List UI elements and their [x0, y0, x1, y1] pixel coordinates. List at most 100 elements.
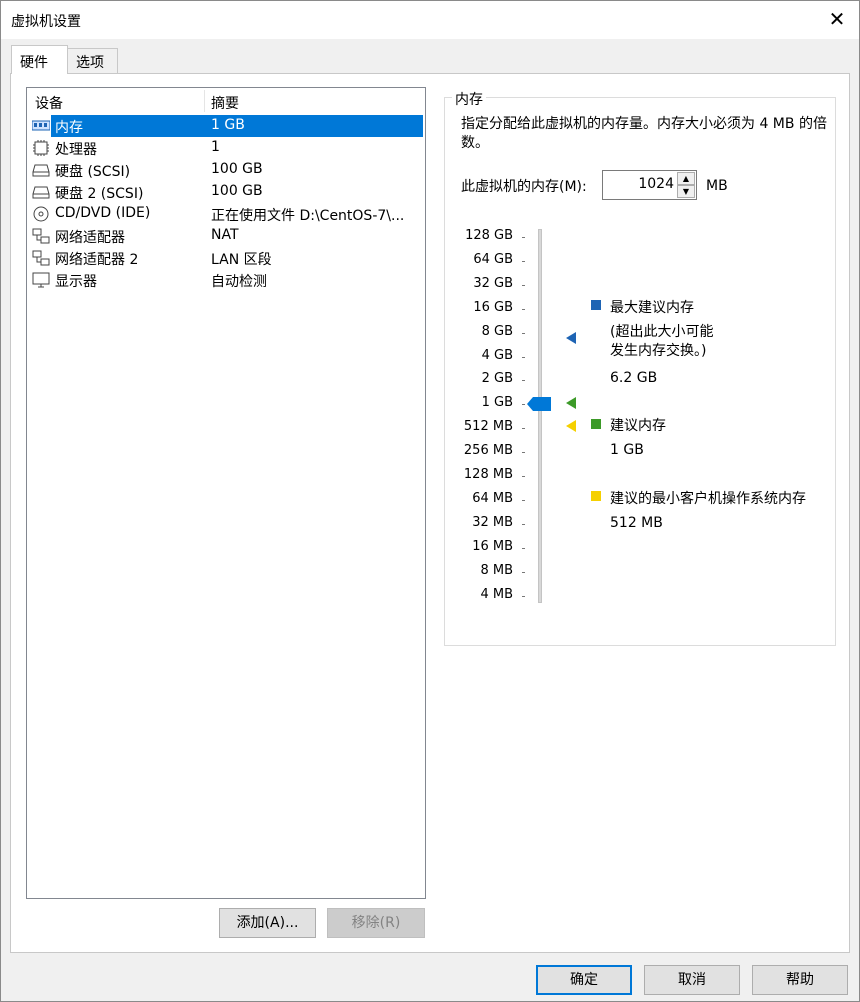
scale-label: 64 GB: [473, 251, 513, 267]
scale-label: 2 GB: [481, 371, 513, 387]
max-legend-label: 最大建议内存: [610, 300, 694, 316]
network-adapter-icon: [32, 228, 50, 244]
scale-tick: [522, 571, 525, 573]
column-summary[interactable]: 摘要: [211, 93, 239, 113]
add-device-button[interactable]: 添加(A)...: [219, 908, 316, 938]
scale-tick: [522, 404, 525, 406]
cd-dvd-icon: [33, 206, 49, 222]
memory-spinbox[interactable]: 1024 ▲ ▼: [602, 170, 697, 200]
column-separator: [204, 90, 205, 112]
device-name: 网络适配器 2: [55, 252, 139, 268]
memory-description: 指定分配给此虚拟机的内存量。内存大小必须为 4 MB 的倍数。: [461, 116, 827, 151]
memory-slider-track[interactable]: [538, 229, 542, 603]
tab-hardware-label: 硬件: [20, 55, 48, 71]
memory-slider-thumb[interactable]: [527, 397, 551, 412]
device-row-memory[interactable]: 内存 1 GB: [27, 115, 425, 137]
device-summary: 1: [211, 139, 220, 155]
device-list[interactable]: 设备 摘要 内存 1 GB 处理器 1 硬盘 (SCSI) 100 GB 硬盘 …: [26, 87, 426, 899]
device-summary: LAN 区段: [211, 252, 272, 268]
scale-tick: [522, 260, 525, 262]
scale-label: 32 MB: [472, 514, 513, 530]
scale-tick: [522, 452, 525, 454]
scale-label: 64 MB: [472, 490, 513, 506]
scale-tick: [522, 380, 525, 382]
scale-tick: [522, 428, 525, 430]
scale-tick: [522, 547, 525, 549]
device-row-network-adapter[interactable]: 网络适配器 NAT: [27, 225, 425, 247]
help-button[interactable]: 帮助: [752, 965, 848, 995]
device-row-processor[interactable]: 处理器 1: [27, 137, 425, 159]
scale-tick: [522, 499, 525, 501]
hard-disk-icon: [32, 186, 50, 199]
scale-label: 128 GB: [465, 228, 513, 243]
device-row-cd-dvd[interactable]: CD/DVD (IDE) 正在使用文件 D:\CentOS-7\...: [27, 203, 425, 225]
device-name: 网络适配器: [55, 230, 125, 246]
max-recommended-marker: [566, 332, 576, 344]
device-list-header: 设备 摘要: [27, 88, 425, 114]
memory-group-title: 内存: [452, 89, 486, 109]
scale-tick: [522, 332, 525, 334]
scale-label: 4 MB: [480, 586, 513, 602]
scale-tick: [522, 476, 525, 477]
column-device[interactable]: 设备: [35, 93, 63, 113]
scale-label: 256 MB: [463, 443, 513, 459]
scale-label: 16 GB: [473, 299, 513, 315]
tab-options-label: 选项: [76, 55, 104, 71]
network-adapter-icon: [32, 250, 50, 266]
recommended-legend-label: 建议内存: [610, 418, 666, 434]
min-legend-label: 建议的最小客户机操作系统内存: [610, 491, 806, 507]
spin-down-icon[interactable]: ▼: [677, 185, 695, 198]
min-recommended-marker: [566, 420, 576, 432]
cancel-button[interactable]: 取消: [644, 965, 740, 995]
display-icon: [32, 272, 50, 288]
scale-tick: [522, 595, 525, 597]
scale-tick: [522, 284, 525, 286]
device-summary: 100 GB: [211, 183, 263, 199]
scale-label: 512 MB: [463, 419, 513, 435]
scale-label: 8 MB: [480, 562, 513, 578]
device-name: 内存: [55, 120, 83, 136]
device-name: CD/DVD (IDE): [55, 205, 151, 221]
device-row-hard-disk[interactable]: 硬盘 (SCSI) 100 GB: [27, 159, 425, 181]
scale-tick: [522, 523, 525, 525]
device-name: 显示器: [55, 274, 97, 290]
scale-label: 32 GB: [473, 275, 513, 291]
memory-unit: MB: [706, 178, 728, 194]
memory-icon: [32, 120, 50, 131]
min-legend-square: [591, 491, 601, 501]
max-legend-square: [591, 300, 601, 310]
device-name: 处理器: [55, 142, 97, 158]
device-summary: 正在使用文件 D:\CentOS-7\...: [211, 208, 405, 224]
spin-up-icon[interactable]: ▲: [677, 172, 695, 185]
title-bar: 虚拟机设置 ✕: [1, 1, 859, 39]
window-title: 虚拟机设置: [11, 14, 81, 30]
scale-label: 128 MB: [463, 467, 513, 482]
device-summary: 1 GB: [211, 117, 245, 133]
recommended-marker: [566, 397, 576, 409]
scale-label: 4 GB: [481, 347, 513, 363]
min-legend-value: 512 MB: [610, 515, 663, 531]
hard-disk-icon: [32, 164, 50, 177]
close-icon[interactable]: ✕: [825, 7, 849, 31]
ok-button[interactable]: 确定: [536, 965, 632, 995]
tab-options[interactable]: 选项: [67, 48, 118, 73]
recommended-legend-square: [591, 419, 601, 429]
device-name: 硬盘 (SCSI): [55, 164, 131, 180]
device-summary: 100 GB: [211, 161, 263, 177]
device-name: 硬盘 2 (SCSI): [55, 186, 144, 202]
scale-tick: [522, 308, 525, 310]
device-summary: 自动检测: [211, 274, 267, 290]
scale-label: 1 GB: [481, 395, 513, 411]
memory-value[interactable]: 1024: [638, 176, 674, 192]
tab-hardware[interactable]: 硬件: [11, 45, 68, 74]
max-legend-note: (超出此大小可能 发生内存交换。): [610, 324, 714, 359]
device-row-display[interactable]: 显示器 自动检测: [27, 269, 425, 291]
device-row-hard-disk-2[interactable]: 硬盘 2 (SCSI) 100 GB: [27, 181, 425, 203]
device-row-network-adapter-2[interactable]: 网络适配器 2 LAN 区段: [27, 247, 425, 269]
scale-label: 16 MB: [472, 538, 513, 554]
recommended-legend-value: 1 GB: [610, 442, 644, 458]
remove-device-button[interactable]: 移除(R): [327, 908, 425, 938]
scale-label: 8 GB: [481, 323, 513, 339]
max-legend-value: 6.2 GB: [610, 370, 658, 386]
processor-icon: [33, 140, 49, 156]
